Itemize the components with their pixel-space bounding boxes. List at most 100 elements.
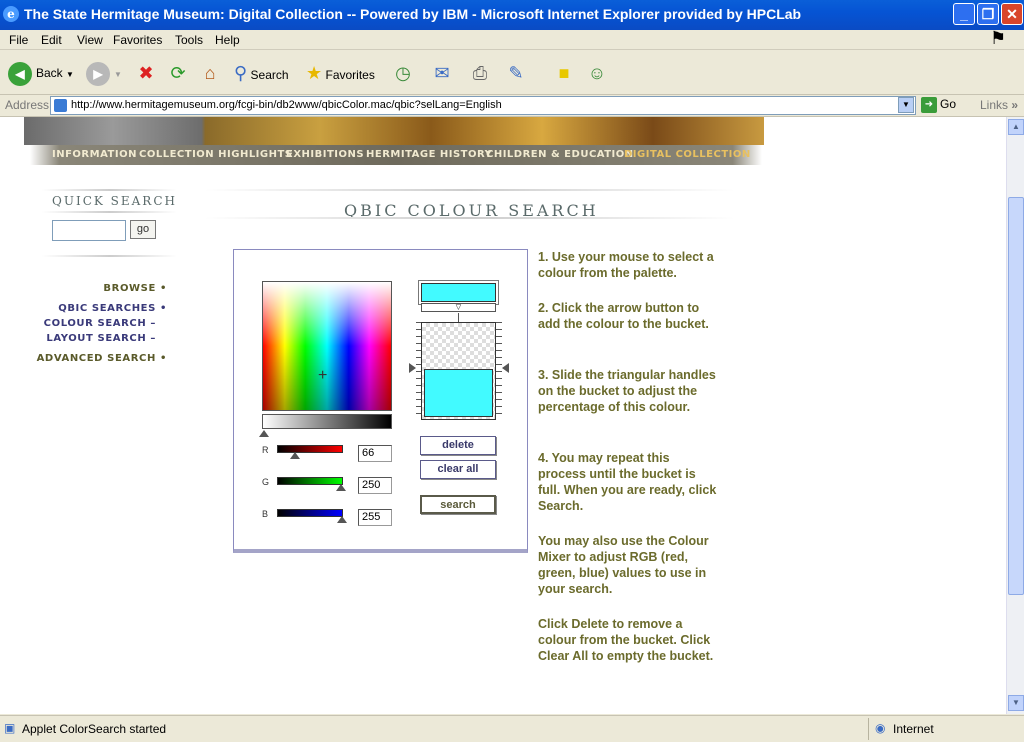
back-button[interactable]: ◀ Back ▼ bbox=[8, 59, 74, 87]
divider bbox=[205, 217, 735, 219]
scroll-up-icon[interactable]: ▲ bbox=[1008, 119, 1024, 135]
page-content: INFORMATION COLLECTION HIGHLIGHTS EXHIBI… bbox=[0, 117, 1006, 714]
green-value-field[interactable]: 250 bbox=[358, 477, 392, 494]
go-button[interactable]: ➜ Go bbox=[921, 97, 956, 113]
go-label: Go bbox=[940, 97, 957, 112]
forward-arrow-icon: ▶ bbox=[86, 61, 110, 86]
nav-qbic-searches[interactable]: QBIC SEARCHES • bbox=[58, 303, 167, 314]
instruction-step-4: 4. You may repeat this process until the… bbox=[538, 451, 717, 513]
menu-tools[interactable]: Tools bbox=[175, 33, 203, 47]
down-arrow-icon: ▽ bbox=[455, 304, 462, 311]
divider bbox=[42, 255, 177, 257]
nav-browse[interactable]: BROWSE • bbox=[103, 283, 167, 294]
blue-slider[interactable] bbox=[277, 509, 343, 517]
green-slider[interactable] bbox=[277, 477, 343, 485]
print-icon[interactable]: ⎙ bbox=[468, 61, 492, 85]
red-value-field[interactable]: 66 bbox=[358, 445, 392, 462]
address-bar: Address http://www.hermitagemuseum.org/f… bbox=[0, 95, 1024, 117]
quick-search-title: QUICK SEARCH bbox=[52, 194, 177, 208]
quick-search-go-button[interactable]: go bbox=[130, 220, 156, 239]
instruction-delete: Click Delete to remove a colour from the… bbox=[538, 617, 714, 663]
links-label: Links bbox=[980, 98, 1009, 112]
nav-colour-search[interactable]: COLOUR SEARCH – bbox=[44, 318, 156, 329]
menu-help[interactable]: Help bbox=[215, 33, 240, 47]
maximize-button[interactable]: ❐ bbox=[977, 3, 999, 25]
refresh-icon[interactable]: ⟳ bbox=[166, 61, 190, 85]
nav-layout-search[interactable]: LAYOUT SEARCH – bbox=[46, 333, 156, 344]
menu-file[interactable]: File bbox=[9, 33, 28, 47]
minimize-button[interactable]: _ bbox=[953, 3, 975, 25]
green-handle-icon[interactable] bbox=[336, 484, 346, 491]
instruction-step-1: 1. Use your mouse to select a colour fro… bbox=[538, 250, 714, 280]
color-search-applet: + R 66 G 250 B 255 ▽ delete clear all se… bbox=[233, 249, 528, 553]
menu-favorites[interactable]: Favorites bbox=[113, 33, 162, 47]
status-message: Applet ColorSearch started bbox=[22, 722, 167, 736]
nav-qbic-label: QBIC SEARCHES bbox=[58, 303, 156, 314]
nav-collection-highlights[interactable]: COLLECTION HIGHLIGHTS bbox=[139, 149, 293, 160]
history-icon[interactable]: ◷ bbox=[391, 61, 415, 85]
mail-icon[interactable]: ✉ bbox=[430, 61, 454, 85]
address-dropdown-icon[interactable]: ▼ bbox=[898, 97, 914, 113]
vertical-scrollbar[interactable]: ▲ ▼ bbox=[1006, 117, 1024, 714]
red-slider[interactable] bbox=[277, 445, 343, 453]
scroll-down-icon[interactable]: ▼ bbox=[1008, 695, 1024, 711]
quick-search-input[interactable] bbox=[52, 220, 126, 241]
search-icon: ⚲ bbox=[234, 63, 248, 83]
search-button[interactable]: ⚲ Search bbox=[234, 59, 289, 87]
colour-palette[interactable] bbox=[262, 281, 392, 411]
home-icon[interactable]: ⌂ bbox=[198, 61, 222, 85]
nav-exhibitions[interactable]: EXHIBITIONS bbox=[286, 149, 364, 160]
brightness-handle-icon[interactable] bbox=[259, 430, 269, 437]
selected-colour-swatch bbox=[421, 283, 496, 302]
messenger-icon[interactable]: ☺ bbox=[585, 61, 609, 85]
blue-value-field[interactable]: 255 bbox=[358, 509, 392, 526]
delete-button[interactable]: delete bbox=[420, 436, 496, 455]
brightness-slider[interactable] bbox=[262, 414, 392, 429]
close-button[interactable]: ✕ bbox=[1001, 3, 1023, 25]
nav-colour-label: COLOUR SEARCH bbox=[43, 318, 147, 329]
nav-children-education[interactable]: CHILDREN & EDUCATION bbox=[486, 149, 634, 160]
bucket-handle-left-icon[interactable] bbox=[409, 363, 416, 373]
search-button[interactable]: search bbox=[420, 495, 496, 514]
page-status-icon: ▣ bbox=[4, 721, 16, 735]
b-label: B bbox=[262, 509, 269, 519]
crosshair-icon: + bbox=[318, 367, 328, 384]
instruction-step-3: 3. Slide the triangular handles on the b… bbox=[538, 368, 716, 414]
nav-advanced-label: ADVANCED SEARCH bbox=[36, 353, 156, 364]
go-arrow-icon: ➜ bbox=[921, 97, 937, 113]
scroll-thumb[interactable] bbox=[1008, 197, 1024, 595]
links-button[interactable]: Links » bbox=[980, 98, 1018, 112]
window-title: The State Hermitage Museum: Digital Coll… bbox=[24, 6, 802, 22]
instruction-step-2: 2. Click the arrow button to add the col… bbox=[538, 301, 709, 331]
nav-digital-collection[interactable]: DIGITAL COLLECTION bbox=[624, 149, 751, 160]
nav-advanced-search[interactable]: ADVANCED SEARCH • bbox=[37, 353, 167, 364]
toolbar: ◀ Back ▼ ▶ ▼ ✖ ⟳ ⌂ ⚲ Search ★ Favorites ◷ … bbox=[0, 51, 1024, 95]
nav-information[interactable]: INFORMATION bbox=[52, 149, 137, 160]
status-separator bbox=[868, 718, 869, 740]
menu-view[interactable]: View bbox=[77, 33, 103, 47]
star-icon: ★ bbox=[306, 63, 323, 83]
window-titlebar: e The State Hermitage Museum: Digital Co… bbox=[0, 0, 1024, 30]
nav-browse-label: BROWSE bbox=[103, 283, 156, 294]
site-banner-image bbox=[24, 117, 764, 145]
favorites-label: Favorites bbox=[325, 68, 375, 82]
discuss-icon[interactable]: ■ bbox=[552, 61, 576, 85]
bucket-handle-right-icon[interactable] bbox=[502, 363, 509, 373]
nav-hermitage-history[interactable]: HERMITAGE HISTORY bbox=[366, 149, 492, 160]
search-label: Search bbox=[250, 68, 289, 82]
site-nav: INFORMATION COLLECTION HIGHLIGHTS EXHIBI… bbox=[30, 145, 762, 165]
menu-edit[interactable]: Edit bbox=[41, 33, 62, 47]
bucket-colour-fill bbox=[424, 369, 493, 417]
forward-button[interactable]: ▶ ▼ bbox=[86, 59, 122, 87]
edit-icon[interactable]: ✎ bbox=[504, 61, 528, 85]
colour-bucket bbox=[421, 322, 496, 420]
stop-icon[interactable]: ✖ bbox=[134, 61, 158, 85]
add-to-bucket-button[interactable]: ▽ bbox=[421, 303, 496, 312]
nav-layout-label: LAYOUT SEARCH bbox=[46, 333, 147, 344]
favorites-button[interactable]: ★ Favorites bbox=[306, 59, 375, 87]
blue-handle-icon[interactable] bbox=[337, 516, 347, 523]
ie-logo-icon: e bbox=[3, 6, 19, 22]
clear-all-button[interactable]: clear all bbox=[420, 460, 496, 479]
red-handle-icon[interactable] bbox=[290, 452, 300, 459]
address-input[interactable]: http://www.hermitagemuseum.org/fcgi-bin/… bbox=[50, 96, 916, 115]
